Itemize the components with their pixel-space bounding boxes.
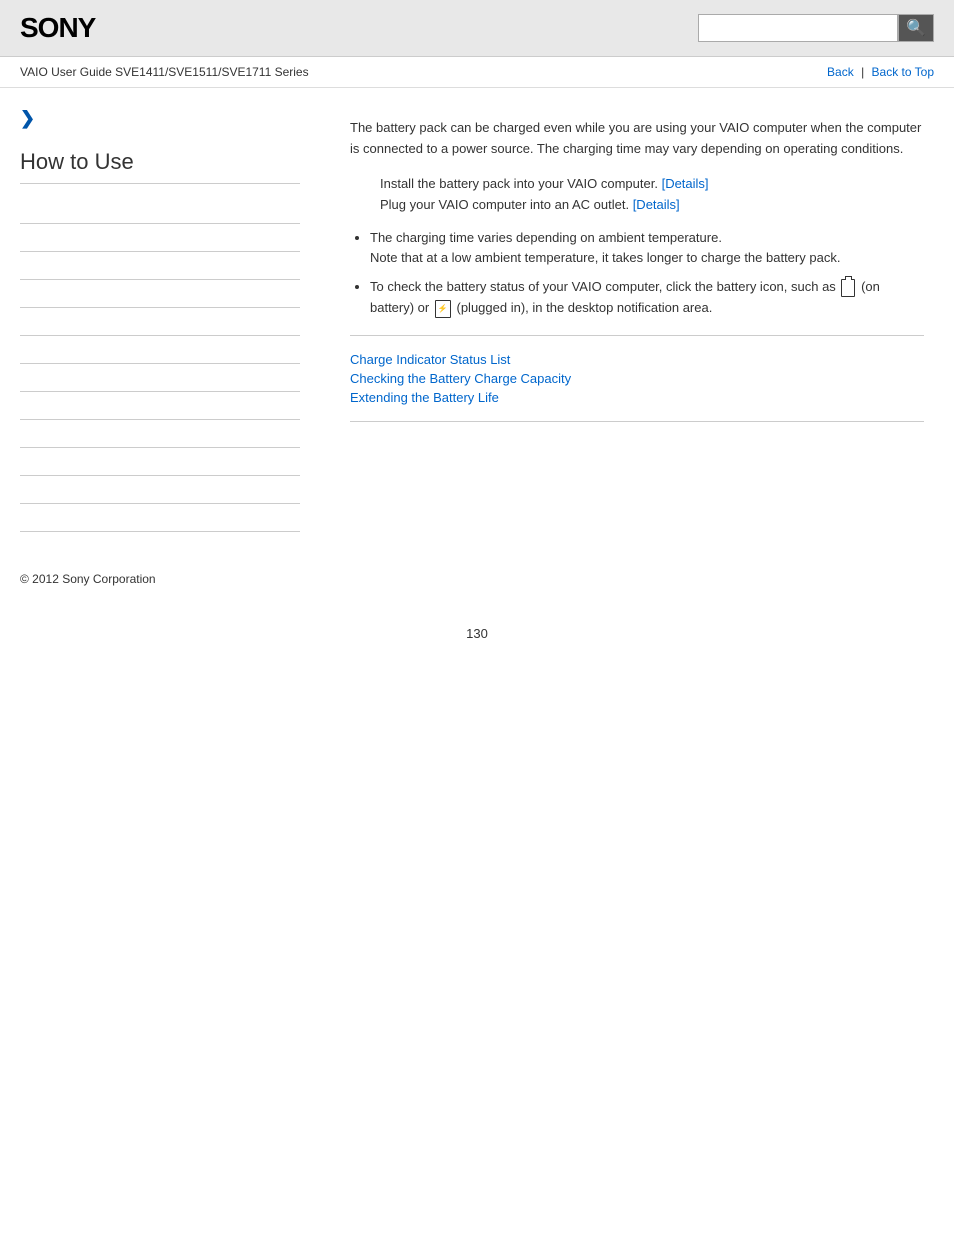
note-1-line2: Note that at a low ambient temperature, …: [370, 250, 840, 265]
note-2: To check the battery status of your VAIO…: [370, 277, 924, 319]
back-link[interactable]: Back: [827, 65, 854, 79]
battery-charge-capacity-link[interactable]: Checking the Battery Charge Capacity: [350, 371, 924, 386]
related-links: Charge Indicator Status List Checking th…: [350, 352, 924, 405]
step-2: Plug your VAIO computer into an AC outle…: [380, 197, 924, 212]
step-1-text: Install the battery pack into your VAIO …: [380, 176, 658, 191]
sidebar-menu: [20, 196, 300, 532]
note-2-post: (plugged in), in the desktop notificatio…: [457, 300, 713, 315]
footer-copyright: © 2012 Sony Corporation: [0, 552, 954, 606]
sidebar-title: How to Use: [20, 149, 300, 184]
main-content: ❯ How to Use The battery pack can be cha…: [0, 88, 954, 552]
divider-2: [350, 421, 924, 422]
search-icon: 🔍: [906, 18, 926, 38]
search-button[interactable]: 🔍: [898, 14, 934, 42]
list-item: [20, 336, 300, 364]
page-number: 130: [0, 606, 954, 661]
list-item: [20, 364, 300, 392]
note-2-pre: To check the battery status of your VAIO…: [370, 279, 836, 294]
step-2-link[interactable]: [Details]: [633, 197, 680, 212]
step-2-text: Plug your VAIO computer into an AC outle…: [380, 197, 629, 212]
step-1: Install the battery pack into your VAIO …: [380, 176, 924, 191]
list-item: [20, 392, 300, 420]
charge-indicator-link[interactable]: Charge Indicator Status List: [350, 352, 924, 367]
list-item: [20, 252, 300, 280]
notes-list: The charging time varies depending on am…: [370, 228, 924, 319]
nav-separator: |: [861, 65, 867, 79]
search-area: 🔍: [698, 14, 934, 42]
content-area: The battery pack can be charged even whi…: [320, 88, 954, 552]
list-item: [20, 476, 300, 504]
nav-bar: VAIO User Guide SVE1411/SVE1511/SVE1711 …: [0, 57, 954, 88]
list-item: [20, 196, 300, 224]
list-item: [20, 308, 300, 336]
list-item: [20, 420, 300, 448]
divider-1: [350, 335, 924, 336]
back-to-top-link[interactable]: Back to Top: [872, 65, 934, 79]
search-input[interactable]: [698, 14, 898, 42]
list-item: [20, 448, 300, 476]
page-header: SONY 🔍: [0, 0, 954, 57]
note-1: The charging time varies depending on am…: [370, 228, 924, 270]
content-intro: The battery pack can be charged even whi…: [350, 118, 924, 160]
steps-list: Install the battery pack into your VAIO …: [380, 176, 924, 212]
list-item: [20, 224, 300, 252]
list-item: [20, 504, 300, 532]
extending-battery-life-link[interactable]: Extending the Battery Life: [350, 390, 924, 405]
nav-links: Back | Back to Top: [827, 65, 934, 79]
battery-plug-icon: ⚡: [435, 300, 451, 318]
note-1-line1: The charging time varies depending on am…: [370, 230, 722, 245]
breadcrumb-arrow: ❯: [20, 108, 300, 129]
sidebar: ❯ How to Use: [0, 88, 320, 552]
step-1-link[interactable]: [Details]: [662, 176, 709, 191]
guide-title: VAIO User Guide SVE1411/SVE1511/SVE1711 …: [20, 65, 309, 79]
sony-logo: SONY: [20, 12, 95, 44]
battery-on-icon: [841, 279, 855, 297]
list-item: [20, 280, 300, 308]
